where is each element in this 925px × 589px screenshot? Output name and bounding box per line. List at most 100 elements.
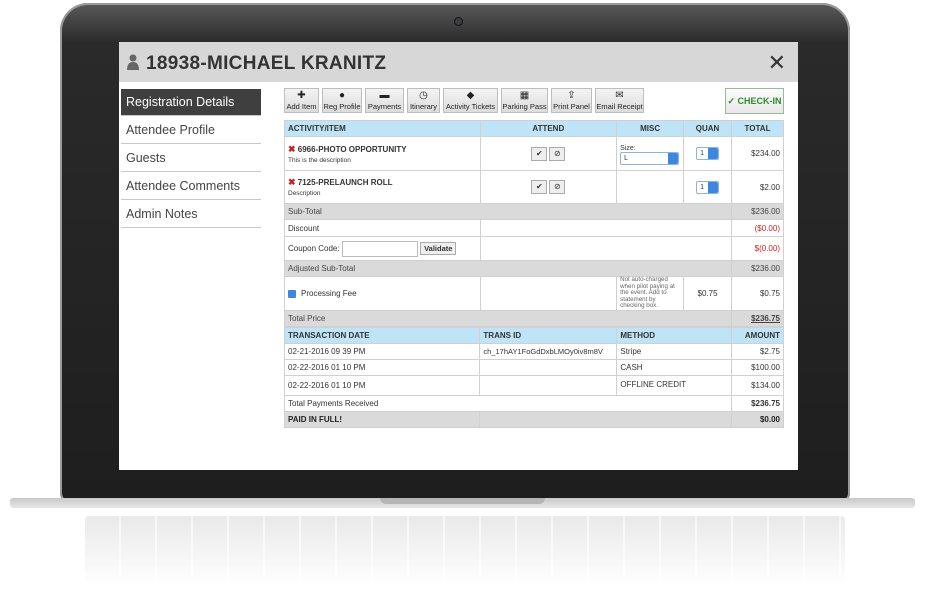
- adjusted-label: Adjusted Sub-Total: [283, 260, 733, 277]
- col-activity: ACTIVITY/ITEM: [284, 120, 481, 137]
- table-row: 02-21-2016 09 39 PM ch_17hAY1FoGdDxbLMOy…: [283, 342, 784, 360]
- table-row: ✖ 6966-PHOTO OPPORTUNITY This is the desc…: [284, 136, 784, 171]
- trans-id: [479, 374, 618, 396]
- col-method: METHOD: [616, 326, 733, 344]
- processing-fee-checkbox[interactable]: [288, 289, 296, 298]
- transactions-table: TRANSACTION DATE TRANS ID METHOD AMOUNT …: [283, 326, 784, 428]
- parking-pass-label: Parking Pass: [502, 102, 547, 111]
- trans-amount: $2.75: [731, 342, 784, 360]
- coupon-spacer: [479, 236, 733, 261]
- plus-icon: ✚: [297, 90, 306, 101]
- total-value: $236.75: [731, 309, 784, 327]
- coupon-row: Coupon Code: Validate $(0.00): [284, 236, 784, 261]
- transactions-header-row: TRANSACTION DATE TRANS ID METHOD AMOUNT: [283, 326, 784, 344]
- email-receipt-label: Email Receipt: [596, 102, 643, 111]
- trans-date: 02-21-2016 09 39 PM: [283, 342, 481, 360]
- fee-amount: $0.75: [683, 276, 733, 311]
- add-item-label: Add Item: [286, 102, 317, 111]
- check-in-button[interactable]: ✓ CHECK-IN: [725, 88, 784, 114]
- add-item-button[interactable]: ✚ Add Item: [284, 88, 319, 113]
- total-price-row: Total Price $236.75: [283, 309, 784, 327]
- total-label: Total Price: [283, 309, 733, 327]
- clock-icon: ◷: [419, 90, 428, 101]
- coupon-label: Coupon Code:: [288, 243, 340, 253]
- payments-button[interactable]: ▬ Payments: [365, 88, 404, 113]
- trans-amount: $134.00: [731, 374, 784, 396]
- validate-button[interactable]: Validate: [420, 242, 457, 255]
- laptop-hinge: [380, 498, 545, 504]
- quantity-select[interactable]: 1: [696, 180, 720, 194]
- quantity-select[interactable]: 1: [696, 147, 720, 160]
- misc-cell: Size: L: [616, 136, 685, 171]
- itinerary-button[interactable]: ◷ Itinerary: [407, 88, 440, 113]
- email-receipt-button[interactable]: ✉ Email Receipt: [595, 88, 644, 113]
- discount-row: Discount ($0.00): [284, 219, 784, 237]
- subtotal-value: $236.00: [731, 203, 784, 220]
- trans-method: Stripe: [616, 342, 733, 360]
- parking-pass-button[interactable]: ▦ Parking Pass: [501, 88, 548, 113]
- fee-note: Not auto-charged when pilot paying at th…: [616, 276, 685, 311]
- page-title: 18938-MICHAEL KRANITZ: [146, 53, 387, 74]
- subtotal-row: Sub-Total $236.00: [283, 203, 784, 220]
- adjusted-subtotal-row: Adjusted Sub-Total $236.00: [283, 260, 784, 277]
- remove-icon[interactable]: ✖: [288, 177, 296, 187]
- main-panel: ✚ Add Item ● Reg Profile ▬ Payments ◷ Itiner…: [283, 86, 784, 428]
- user-icon: [127, 54, 139, 70]
- app-window: 18938-MICHAEL KRANITZ ✕ Registration Det…: [119, 42, 798, 470]
- item-desc: This is the description: [288, 156, 351, 164]
- received-value: $236.75: [731, 394, 784, 412]
- trans-date: 02-22-2016 01 10 PM: [283, 358, 481, 376]
- check-icon[interactable]: ✔: [531, 180, 548, 194]
- col-total: TOTAL: [731, 120, 784, 137]
- col-trans-id: TRANS ID: [479, 326, 618, 344]
- print-panel-button[interactable]: ⇪ Print Panel: [551, 88, 592, 113]
- subtotal-label: Sub-Total: [283, 203, 733, 220]
- webcam: [455, 18, 462, 25]
- discount-spacer: [479, 219, 733, 237]
- itinerary-label: Itinerary: [409, 102, 438, 111]
- reg-profile-label: Reg Profile: [323, 102, 361, 111]
- sidebar-item-admin-notes[interactable]: Admin Notes: [121, 201, 261, 228]
- table-row: 02-22-2016 01 10 PM CASH $100.00: [283, 358, 784, 376]
- keyboard: [85, 516, 845, 586]
- trans-method: CASH: [616, 358, 733, 376]
- tag-icon: ◆: [466, 90, 475, 101]
- user-icon: ●: [338, 90, 346, 101]
- sidebar-item-registration-details[interactable]: Registration Details: [121, 89, 261, 116]
- misc-label: Size:: [620, 144, 636, 152]
- activity-tickets-button[interactable]: ◆ Activity Tickets: [443, 88, 498, 113]
- item-name: 7125-PRELAUNCH ROLL: [297, 178, 393, 187]
- coupon-cell: Coupon Code: Validate: [284, 236, 481, 261]
- items-header-row: ACTIVITY/ITEM ATTEND MISC QUAN TOTAL: [284, 120, 784, 137]
- trans-id: ch_17hAY1FoGdDxbLMOy0iv8m8V: [479, 342, 618, 360]
- paid-spacer: [479, 410, 733, 428]
- close-icon[interactable]: ✕: [768, 50, 786, 76]
- activity-tickets-label: Activity Tickets: [445, 102, 496, 111]
- fee-total: $0.75: [731, 276, 784, 311]
- sidebar-item-guests[interactable]: Guests: [121, 145, 261, 172]
- coupon-code-input[interactable]: [341, 240, 418, 257]
- check-icon[interactable]: ✔: [531, 146, 548, 161]
- trans-id: [479, 358, 618, 376]
- items-table: ACTIVITY/ITEM ATTEND MISC QUAN TOTAL ✖ 6…: [283, 120, 784, 327]
- item-desc: Description: [288, 190, 321, 197]
- col-amount: AMOUNT: [731, 326, 784, 344]
- remove-icon[interactable]: ✖: [288, 144, 296, 154]
- item-cell: ✖ 6966-PHOTO OPPORTUNITY This is the desc…: [284, 136, 481, 171]
- sidebar-item-attendee-comments[interactable]: Attendee Comments: [121, 173, 261, 200]
- qty-cell: 1: [683, 136, 733, 171]
- paid-value: $0.00: [731, 410, 784, 428]
- sidebar-item-attendee-profile[interactable]: Attendee Profile: [121, 117, 261, 144]
- cancel-icon[interactable]: ⊘: [549, 146, 566, 161]
- cancel-icon[interactable]: ⊘: [549, 180, 566, 194]
- reg-profile-button[interactable]: ● Reg Profile: [322, 88, 362, 113]
- paid-label: PAID IN FULL!: [283, 410, 481, 428]
- fee-label: Processing Fee: [301, 288, 357, 298]
- title-bar: 18938-MICHAEL KRANITZ ✕: [119, 42, 798, 82]
- item-cell: ✖ 7125-PRELAUNCH ROLL Description: [284, 170, 481, 204]
- fee-spacer: [479, 276, 618, 311]
- toolbar: ✚ Add Item ● Reg Profile ▬ Payments ◷ Itiner…: [284, 86, 784, 114]
- size-select[interactable]: L: [620, 151, 680, 165]
- col-attend: ATTEND: [479, 120, 618, 137]
- coupon-value: $(0.00): [731, 236, 784, 261]
